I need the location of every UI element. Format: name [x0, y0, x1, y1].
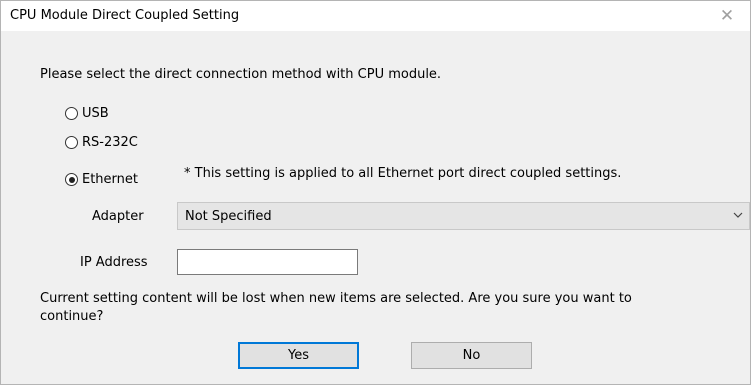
- ethernet-note: * This setting is applied to all Etherne…: [184, 166, 622, 181]
- radio-usb[interactable]: USB: [65, 106, 109, 121]
- radio-usb-indicator[interactable]: [65, 107, 78, 120]
- adapter-label: Adapter: [92, 209, 144, 224]
- title-bar: CPU Module Direct Coupled Setting ✕: [1, 1, 750, 31]
- dialog-body: Please select the direct connection meth…: [1, 31, 750, 384]
- connection-method-prompt: Please select the direct connection meth…: [40, 67, 442, 82]
- warning-text-line2: continue?: [40, 309, 104, 324]
- direct-coupled-setting-dialog: CPU Module Direct Coupled Setting ✕ Plea…: [0, 0, 751, 385]
- adapter-select-value: Not Specified: [185, 209, 272, 224]
- radio-rs232c-label: RS-232C: [82, 135, 138, 150]
- ip-address-input[interactable]: [177, 249, 358, 275]
- no-button[interactable]: No: [411, 342, 532, 369]
- close-icon[interactable]: ✕: [704, 1, 750, 31]
- radio-rs232c[interactable]: RS-232C: [65, 135, 138, 150]
- radio-usb-label: USB: [82, 106, 109, 121]
- warning-text-line1: Current setting content will be lost whe…: [40, 291, 632, 306]
- ip-address-label: IP Address: [80, 255, 148, 270]
- yes-button[interactable]: Yes: [238, 342, 359, 369]
- adapter-select[interactable]: Not Specified: [177, 202, 750, 230]
- radio-ethernet-indicator[interactable]: [65, 173, 78, 186]
- radio-ethernet-label: Ethernet: [82, 172, 138, 187]
- chevron-down-icon: [733, 212, 743, 218]
- radio-ethernet[interactable]: Ethernet: [65, 172, 138, 187]
- window-title: CPU Module Direct Coupled Setting: [10, 8, 240, 23]
- radio-rs232c-indicator[interactable]: [65, 136, 78, 149]
